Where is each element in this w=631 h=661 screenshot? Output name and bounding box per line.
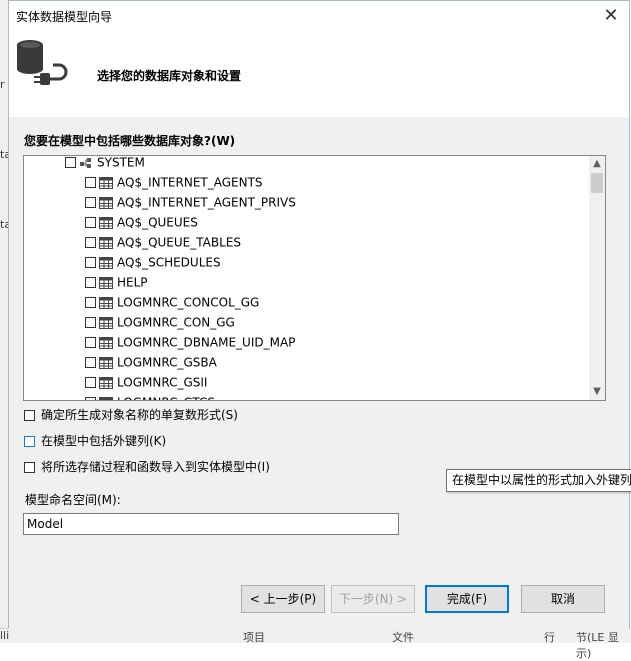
- table-name: AQ$_QUEUES: [117, 215, 198, 230]
- entity-data-model-wizard-dialog: 实体数据模型向导 ✕ 选择您的数据库对象和设置 您要在模型中包括哪些数据库对象?…: [8, 0, 630, 629]
- table-checkbox[interactable]: [85, 397, 96, 400]
- option-pluralize[interactable]: 确定所生成对象名称的单复数形式(S): [24, 406, 238, 424]
- table-checkbox[interactable]: [85, 237, 96, 248]
- import-procs-checkbox[interactable]: [24, 462, 35, 473]
- wizard-content: 您要在模型中包括哪些数据库对象?(W) SYSTEM AQ$_INTERNET_…: [9, 117, 629, 629]
- table-icon: [99, 376, 113, 389]
- tree-node-table[interactable]: AQ$_SCHEDULES: [85, 252, 221, 272]
- tree-node-table[interactable]: HELP: [85, 272, 148, 292]
- namespace-label: 模型命名空间(M):: [25, 493, 121, 507]
- scroll-up-icon[interactable]: ▲: [589, 156, 605, 172]
- table-icon: [99, 276, 113, 289]
- table-name: LOGMNRC_DBNAME_UID_MAP: [117, 335, 296, 350]
- schema-icon: [80, 157, 91, 168]
- foreign-keys-label: 在模型中包括外键列(K): [41, 434, 167, 448]
- background-fragment: 行: [544, 631, 555, 644]
- dialog-title: 实体数据模型向导: [16, 10, 113, 24]
- foreign-keys-tooltip: 在模型中以属性的形式加入外键列: [446, 469, 631, 492]
- table-name: LOGMNRC_GTCS: [117, 396, 215, 401]
- background-fragment: 项目: [243, 631, 265, 644]
- tree-node-table[interactable]: LOGMNRC_GSBA: [85, 352, 217, 372]
- table-name: LOGMNRC_GSII: [117, 375, 208, 390]
- import-procs-label: 将所选存储过程和函数导入到实体模型中(I): [41, 460, 270, 474]
- close-icon[interactable]: ✕: [599, 4, 623, 28]
- table-name: AQ$_INTERNET_AGENTS: [117, 175, 263, 190]
- table-checkbox[interactable]: [85, 297, 96, 308]
- pluralize-checkbox[interactable]: [24, 410, 35, 421]
- scroll-thumb[interactable]: [591, 173, 603, 193]
- table-checkbox[interactable]: [85, 337, 96, 348]
- table-checkbox[interactable]: [85, 257, 96, 268]
- tree-node-table[interactable]: LOGMNRC_CON_GG: [85, 312, 235, 332]
- database-connect-icon: [17, 40, 68, 85]
- table-name: AQ$_SCHEDULES: [117, 255, 221, 270]
- table-checkbox[interactable]: [85, 357, 96, 368]
- table-icon: [99, 216, 113, 229]
- table-checkbox[interactable]: [85, 197, 96, 208]
- tree-node-schema[interactable]: SYSTEM: [65, 155, 145, 172]
- title-bar: 实体数据模型向导 ✕: [9, 1, 629, 31]
- schema-name: SYSTEM: [97, 155, 145, 170]
- database-objects-label: 您要在模型中包括哪些数据库对象?(W): [24, 134, 236, 148]
- wizard-step-heading: 选择您的数据库对象和设置: [97, 69, 242, 83]
- namespace-input[interactable]: Model: [23, 513, 399, 535]
- table-name: LOGMNRC_CONCOL_GG: [117, 295, 260, 310]
- table-checkbox[interactable]: [85, 277, 96, 288]
- tree-node-table[interactable]: LOGMNRC_CONCOL_GG: [85, 292, 259, 312]
- tree-node-table[interactable]: LOGMNRC_GTCS: [85, 392, 215, 401]
- table-icon: [99, 356, 113, 369]
- table-checkbox[interactable]: [85, 317, 96, 328]
- background-app-bottom-strip: lli 项目 文件 行 节(LE 显示): [0, 628, 631, 660]
- tree-node-table[interactable]: AQ$_QUEUES: [85, 212, 198, 232]
- option-import-procs[interactable]: 将所选存储过程和函数导入到实体模型中(I): [24, 458, 270, 476]
- foreign-keys-checkbox[interactable]: [24, 436, 35, 447]
- tree-node-table[interactable]: AQ$_INTERNET_AGENTS: [85, 172, 263, 192]
- option-foreign-keys[interactable]: 在模型中包括外键列(K): [24, 432, 166, 450]
- table-name: HELP: [117, 275, 148, 290]
- scroll-down-icon[interactable]: ▼: [589, 384, 605, 400]
- table-icon: [99, 236, 113, 249]
- tree-node-table[interactable]: LOGMNRC_GSII: [85, 372, 207, 392]
- table-name: LOGMNRC_CON_GG: [117, 315, 235, 330]
- table-name: AQ$_INTERNET_AGENT_PRIVS: [117, 195, 296, 210]
- background-fragment: 节(LE 显示): [576, 631, 619, 660]
- tree-node-table[interactable]: LOGMNRC_DBNAME_UID_MAP: [85, 332, 295, 352]
- table-icon: [99, 336, 113, 349]
- tree-node-table[interactable]: AQ$_INTERNET_AGENT_PRIVS: [85, 192, 296, 212]
- background-fragment: lli: [0, 629, 10, 642]
- finish-button[interactable]: 完成(F): [425, 585, 509, 613]
- table-name: AQ$_QUEUE_TABLES: [117, 235, 241, 250]
- table-checkbox[interactable]: [85, 177, 96, 188]
- table-checkbox[interactable]: [85, 217, 96, 228]
- pluralize-label: 确定所生成对象名称的单复数形式(S): [41, 408, 238, 422]
- tree-vertical-scrollbar[interactable]: ▲ ▼: [589, 156, 605, 400]
- table-name: LOGMNRC_GSBA: [117, 355, 217, 370]
- table-icon: [99, 316, 113, 329]
- tree-node-table[interactable]: AQ$_QUEUE_TABLES: [85, 232, 241, 252]
- wizard-header: 选择您的数据库对象和设置: [9, 31, 629, 118]
- schema-checkbox[interactable]: [65, 157, 76, 168]
- next-button[interactable]: 下一步(N) >: [331, 585, 415, 613]
- previous-button[interactable]: < 上一步(P): [241, 585, 325, 613]
- table-icon: [99, 256, 113, 269]
- cancel-button[interactable]: 取消: [521, 585, 605, 613]
- table-icon: [99, 296, 113, 309]
- table-icon: [99, 176, 113, 189]
- table-icon: [99, 396, 113, 400]
- database-objects-tree[interactable]: SYSTEM AQ$_INTERNET_AGENTS AQ$_INTERNET_A…: [23, 155, 606, 401]
- background-fragment: 文件: [392, 631, 414, 644]
- table-icon: [99, 196, 113, 209]
- background-fragment: r: [0, 78, 5, 91]
- table-checkbox[interactable]: [85, 377, 96, 388]
